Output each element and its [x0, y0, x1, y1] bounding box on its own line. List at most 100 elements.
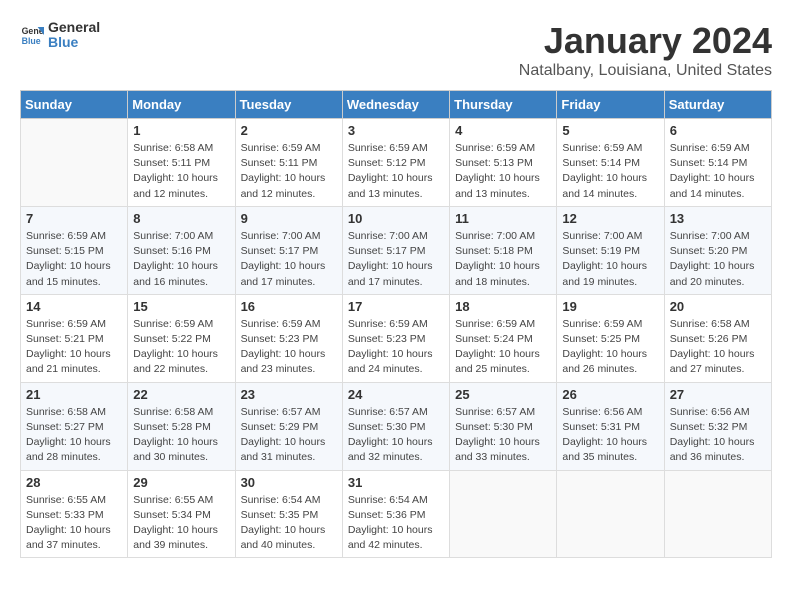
- day-number: 9: [241, 211, 337, 226]
- day-number: 12: [562, 211, 658, 226]
- header-saturday: Saturday: [664, 91, 771, 119]
- day-number: 18: [455, 299, 551, 314]
- calendar-cell: 24 Sunrise: 6:57 AMSunset: 5:30 PMDayligh…: [342, 382, 449, 470]
- calendar-cell: 28Sunrise: 6:55 AMSunset: 5:33 PMDayligh…: [21, 470, 128, 558]
- calendar-cell: 26 Sunrise: 6:56 AMSunset: 5:31 PMDayligh…: [557, 382, 664, 470]
- day-number: 31: [348, 475, 444, 490]
- logo-general: General: [48, 20, 100, 35]
- day-info: Sunrise: 6:59 AMSunset: 5:15 PMDaylight:…: [26, 229, 122, 290]
- calendar-cell: 18Sunrise: 6:59 AMSunset: 5:24 PMDayligh…: [450, 294, 557, 382]
- calendar-cell: [21, 119, 128, 207]
- calendar-cell: 13 Sunrise: 7:00 AMSunset: 5:20 PMDayligh…: [664, 206, 771, 294]
- calendar-body: 1Sunrise: 6:58 AMSunset: 5:11 PMDaylight…: [21, 119, 772, 558]
- day-number: 16: [241, 299, 337, 314]
- day-number: 26: [562, 387, 658, 402]
- day-info: Sunrise: 7:00 AMSunset: 5:16 PMDaylight:…: [133, 229, 229, 290]
- calendar-cell: 7 Sunrise: 6:59 AMSunset: 5:15 PMDaylight…: [21, 206, 128, 294]
- calendar-cell: 6Sunrise: 6:59 AMSunset: 5:14 PMDaylight…: [664, 119, 771, 207]
- day-info: Sunrise: 6:55 AMSunset: 5:34 PMDaylight:…: [133, 493, 229, 554]
- day-info: Sunrise: 6:55 AMSunset: 5:33 PMDaylight:…: [26, 493, 122, 554]
- day-info: Sunrise: 6:59 AMSunset: 5:11 PMDaylight:…: [241, 141, 337, 202]
- calendar-cell: 15 Sunrise: 6:59 AMSunset: 5:22 PMDayligh…: [128, 294, 235, 382]
- day-number: 22: [133, 387, 229, 402]
- calendar-cell: 3 Sunrise: 6:59 AMSunset: 5:12 PMDaylight…: [342, 119, 449, 207]
- day-number: 24: [348, 387, 444, 402]
- day-number: 17: [348, 299, 444, 314]
- calendar-cell: 2Sunrise: 6:59 AMSunset: 5:11 PMDaylight…: [235, 119, 342, 207]
- calendar-cell: 23 Sunrise: 6:57 AMSunset: 5:29 PMDayligh…: [235, 382, 342, 470]
- calendar-cell: 12 Sunrise: 7:00 AMSunset: 5:19 PMDayligh…: [557, 206, 664, 294]
- title-section: January 2024 Natalbany, Louisiana, Unite…: [519, 20, 772, 80]
- calendar-cell: 4 Sunrise: 6:59 AMSunset: 5:13 PMDaylight…: [450, 119, 557, 207]
- calendar-cell: 11 Sunrise: 7:00 AMSunset: 5:18 PMDayligh…: [450, 206, 557, 294]
- day-number: 7: [26, 211, 122, 226]
- calendar-cell: 31Sunrise: 6:54 AMSunset: 5:36 PMDayligh…: [342, 470, 449, 558]
- day-info: Sunrise: 6:59 AMSunset: 5:22 PMDaylight:…: [133, 317, 229, 378]
- logo: General Blue General Blue: [20, 20, 100, 51]
- day-info: Sunrise: 7:00 AMSunset: 5:20 PMDaylight:…: [670, 229, 766, 290]
- page-header: General Blue General Blue January 2024 N…: [20, 20, 772, 80]
- calendar-cell: 22 Sunrise: 6:58 AMSunset: 5:28 PMDayligh…: [128, 382, 235, 470]
- day-number: 10: [348, 211, 444, 226]
- calendar-cell: [557, 470, 664, 558]
- calendar-cell: 1Sunrise: 6:58 AMSunset: 5:11 PMDaylight…: [128, 119, 235, 207]
- logo-blue: Blue: [48, 35, 100, 50]
- day-info: Sunrise: 6:59 AMSunset: 5:21 PMDaylight:…: [26, 317, 122, 378]
- day-info: Sunrise: 6:59 AMSunset: 5:12 PMDaylight:…: [348, 141, 444, 202]
- calendar-title: January 2024: [519, 20, 772, 62]
- calendar-cell: 19Sunrise: 6:59 AMSunset: 5:25 PMDayligh…: [557, 294, 664, 382]
- day-info: Sunrise: 6:57 AMSunset: 5:30 PMDaylight:…: [348, 405, 444, 466]
- calendar-cell: 8 Sunrise: 7:00 AMSunset: 5:16 PMDaylight…: [128, 206, 235, 294]
- header-friday: Friday: [557, 91, 664, 119]
- calendar-cell: 10 Sunrise: 7:00 AMSunset: 5:17 PMDayligh…: [342, 206, 449, 294]
- day-number: 4: [455, 123, 551, 138]
- header-wednesday: Wednesday: [342, 91, 449, 119]
- day-number: 15: [133, 299, 229, 314]
- calendar-header-row: Sunday Monday Tuesday Wednesday Thursday…: [21, 91, 772, 119]
- day-info: Sunrise: 6:56 AMSunset: 5:32 PMDaylight:…: [670, 405, 766, 466]
- calendar-cell: 9Sunrise: 7:00 AMSunset: 5:17 PMDaylight…: [235, 206, 342, 294]
- day-info: Sunrise: 6:59 AMSunset: 5:14 PMDaylight:…: [562, 141, 658, 202]
- calendar-cell: 25Sunrise: 6:57 AMSunset: 5:30 PMDayligh…: [450, 382, 557, 470]
- day-number: 23: [241, 387, 337, 402]
- day-number: 3: [348, 123, 444, 138]
- day-number: 1: [133, 123, 229, 138]
- day-info: Sunrise: 6:57 AMSunset: 5:29 PMDaylight:…: [241, 405, 337, 466]
- day-info: Sunrise: 6:54 AMSunset: 5:35 PMDaylight:…: [241, 493, 337, 554]
- day-info: Sunrise: 6:56 AMSunset: 5:31 PMDaylight:…: [562, 405, 658, 466]
- calendar-table: Sunday Monday Tuesday Wednesday Thursday…: [20, 90, 772, 558]
- day-number: 14: [26, 299, 122, 314]
- day-number: 29: [133, 475, 229, 490]
- calendar-subtitle: Natalbany, Louisiana, United States: [519, 62, 772, 80]
- calendar-cell: 27 Sunrise: 6:56 AMSunset: 5:32 PMDayligh…: [664, 382, 771, 470]
- day-number: 21: [26, 387, 122, 402]
- calendar-cell: [450, 470, 557, 558]
- day-info: Sunrise: 6:59 AMSunset: 5:23 PMDaylight:…: [348, 317, 444, 378]
- day-number: 5: [562, 123, 658, 138]
- day-info: Sunrise: 6:58 AMSunset: 5:28 PMDaylight:…: [133, 405, 229, 466]
- svg-text:Blue: Blue: [22, 36, 41, 46]
- logo-icon: General Blue: [20, 23, 44, 47]
- day-info: Sunrise: 6:58 AMSunset: 5:26 PMDaylight:…: [670, 317, 766, 378]
- calendar-cell: 16 Sunrise: 6:59 AMSunset: 5:23 PMDayligh…: [235, 294, 342, 382]
- day-number: 11: [455, 211, 551, 226]
- calendar-cell: [664, 470, 771, 558]
- day-info: Sunrise: 6:59 AMSunset: 5:13 PMDaylight:…: [455, 141, 551, 202]
- day-info: Sunrise: 7:00 AMSunset: 5:18 PMDaylight:…: [455, 229, 551, 290]
- day-number: 27: [670, 387, 766, 402]
- day-info: Sunrise: 7:00 AMSunset: 5:17 PMDaylight:…: [348, 229, 444, 290]
- day-number: 13: [670, 211, 766, 226]
- calendar-cell: 30 Sunrise: 6:54 AMSunset: 5:35 PMDayligh…: [235, 470, 342, 558]
- day-number: 19: [562, 299, 658, 314]
- calendar-week-row: 1Sunrise: 6:58 AMSunset: 5:11 PMDaylight…: [21, 119, 772, 207]
- calendar-cell: 21 Sunrise: 6:58 AMSunset: 5:27 PMDayligh…: [21, 382, 128, 470]
- day-number: 6: [670, 123, 766, 138]
- day-info: Sunrise: 6:58 AMSunset: 5:27 PMDaylight:…: [26, 405, 122, 466]
- day-info: Sunrise: 6:59 AMSunset: 5:23 PMDaylight:…: [241, 317, 337, 378]
- header-tuesday: Tuesday: [235, 91, 342, 119]
- day-number: 8: [133, 211, 229, 226]
- header-thursday: Thursday: [450, 91, 557, 119]
- day-number: 30: [241, 475, 337, 490]
- calendar-week-row: 7 Sunrise: 6:59 AMSunset: 5:15 PMDaylight…: [21, 206, 772, 294]
- day-info: Sunrise: 7:00 AMSunset: 5:19 PMDaylight:…: [562, 229, 658, 290]
